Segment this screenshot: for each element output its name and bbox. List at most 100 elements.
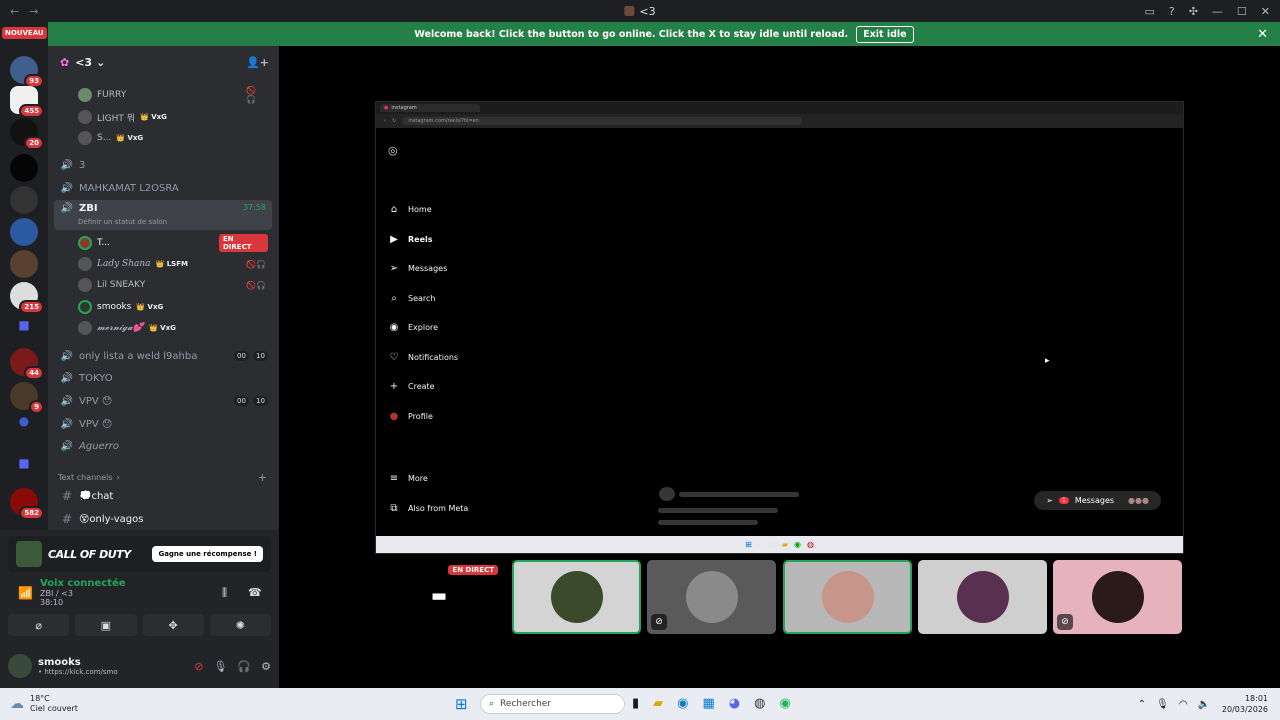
chevron-up-icon[interactable]: ⌃ bbox=[1138, 699, 1146, 710]
nav-meta[interactable]: ⧉ Also from Meta bbox=[388, 503, 468, 514]
voice-user[interactable]: smooks 👑 VxG bbox=[78, 300, 163, 314]
settings-gear-icon[interactable]: ⚙ bbox=[261, 660, 271, 673]
nav-notifications[interactable]: ♡ Notifications bbox=[388, 352, 459, 363]
exit-idle-button[interactable]: Exit idle bbox=[856, 25, 914, 43]
add-channel-icon[interactable]: + bbox=[258, 471, 267, 484]
start-windows-icon[interactable]: ⊞ bbox=[455, 695, 468, 713]
clock[interactable]: 18:01 20/03/2026 bbox=[1222, 693, 1268, 715]
microphone-icon[interactable]: 🎙 bbox=[213, 660, 227, 673]
url-field[interactable]: instagram.com/reels/?hl=en bbox=[402, 117, 803, 125]
taskbar-search[interactable]: ⌕ Rechercher bbox=[480, 694, 625, 714]
voice-user[interactable]: 𝓶𝓮𝓻𝓷𝓲𝓰𝓪💕 👑 VxG bbox=[78, 321, 176, 335]
cast-icon[interactable]: ▭ bbox=[1144, 5, 1154, 18]
microphone-icon[interactable]: 🎙 bbox=[1156, 699, 1169, 710]
nav-create[interactable]: + Create bbox=[388, 381, 435, 392]
wifi-icon[interactable]: ◠ bbox=[1179, 699, 1188, 710]
text-channel[interactable]: # 😵only-vagos bbox=[48, 511, 279, 527]
maximize-icon[interactable]: ☐ bbox=[1237, 5, 1247, 18]
server-icon[interactable]: 44 bbox=[10, 348, 44, 380]
volume-icon[interactable]: 🔈 bbox=[1198, 699, 1210, 710]
category-text-channels[interactable]: Text channels › + bbox=[48, 470, 279, 484]
voice-user[interactable]: FURRY 🚫🎧 bbox=[78, 86, 256, 104]
participant-tile[interactable] bbox=[783, 560, 912, 634]
participant-tile[interactable] bbox=[512, 560, 641, 634]
browser-tab[interactable]: ● instagram bbox=[380, 104, 480, 112]
headphones-icon[interactable]: 🎧 bbox=[237, 660, 251, 673]
voice-user[interactable]: LIGHT 뭐 👑 VxG bbox=[78, 110, 167, 124]
channel-status[interactable]: Définir un statut de salon bbox=[78, 218, 167, 226]
close-icon[interactable]: ✕ bbox=[1261, 5, 1270, 18]
server-icon[interactable]: 9 bbox=[10, 382, 44, 414]
spotify-icon[interactable]: ◉ bbox=[779, 696, 790, 711]
steam-icon[interactable]: ◍ bbox=[754, 696, 765, 711]
folder-icon[interactable]: ■ bbox=[10, 318, 38, 346]
discord-icon[interactable]: ◕ bbox=[729, 696, 740, 711]
disconnect-icon[interactable]: ☎ bbox=[248, 586, 262, 599]
voice-channel[interactable]: 🔊 3 bbox=[48, 157, 279, 173]
server-icon[interactable]: 215 bbox=[10, 282, 44, 314]
voice-channel-active[interactable]: 🔊 ZBI 37:58 Définir un statut de salon bbox=[54, 200, 272, 230]
instagram-logo-icon[interactable]: ◎ bbox=[388, 144, 398, 157]
voice-channel[interactable]: 🔊 TOKYO bbox=[48, 370, 279, 386]
store-icon[interactable]: ▦ bbox=[703, 696, 715, 711]
participant-tile[interactable] bbox=[918, 560, 1047, 634]
nav-reels[interactable]: ▶ Reels bbox=[388, 234, 432, 245]
server-icon[interactable] bbox=[10, 186, 38, 214]
avatar[interactable] bbox=[8, 654, 32, 678]
server-icon[interactable]: 582 bbox=[10, 488, 44, 520]
file-explorer-icon[interactable]: ▰ bbox=[653, 696, 663, 711]
task-view-icon[interactable]: ▮ bbox=[632, 696, 639, 711]
nav-home[interactable]: ⌂ Home bbox=[388, 204, 432, 215]
noise-suppression-icon[interactable]: ⫼ bbox=[222, 586, 227, 600]
folder-icon[interactable]: ■ bbox=[10, 456, 38, 484]
camera-off-icon[interactable]: ⊘ bbox=[194, 660, 203, 673]
text-channel[interactable]: # 💭chat bbox=[48, 488, 279, 504]
invite-icon[interactable]: 👤+ bbox=[246, 56, 269, 69]
voice-channel[interactable]: 🔊 VPV 😯 bbox=[48, 416, 279, 432]
server-icon[interactable] bbox=[10, 250, 38, 278]
weather-widget[interactable]: ☁ 18°C Ciel couvert bbox=[10, 694, 78, 714]
messages-pill[interactable]: ➢ 1 Messages ●●● bbox=[1034, 491, 1161, 510]
voice-user[interactable]: Lil SNEAKY 🚫🎧 bbox=[78, 278, 268, 292]
voice-channel[interactable]: 🔊 only lista a weld l9ahba 00 10 bbox=[48, 348, 279, 364]
soundboard-button[interactable]: ✺ bbox=[209, 614, 271, 636]
back-arrow-icon[interactable]: ← bbox=[10, 5, 19, 18]
reward-button[interactable]: Gagne une récompense ! bbox=[152, 546, 263, 562]
server-icon[interactable]: 20 bbox=[10, 118, 44, 150]
server-header[interactable]: ✿ <3 ⌄ 👤+ bbox=[48, 46, 279, 78]
voice-connected[interactable]: Voix connectée bbox=[40, 578, 268, 589]
participant-tile[interactable]: ⊘ bbox=[647, 560, 776, 634]
server-icon[interactable] bbox=[10, 154, 38, 182]
nav-messages[interactable]: ➢ Messages bbox=[388, 263, 447, 274]
help-icon[interactable]: ? bbox=[1169, 5, 1175, 18]
edge-icon[interactable]: ◉ bbox=[677, 696, 688, 711]
camera-off-button[interactable]: ⌀ bbox=[8, 614, 70, 636]
nav-more[interactable]: ≡ More bbox=[388, 473, 428, 484]
nav-profile[interactable]: ● Profile bbox=[388, 411, 433, 422]
participant-tile[interactable]: ⊘ bbox=[1053, 560, 1182, 634]
nav-search[interactable]: ⌕ Search bbox=[388, 293, 435, 304]
forward-arrow-icon[interactable]: → bbox=[29, 5, 38, 18]
voice-channel[interactable]: 🔊 Aguerro bbox=[48, 438, 279, 454]
tools-icon[interactable]: ✣ bbox=[1189, 5, 1198, 18]
voice-channel[interactable]: 🔊 VPV 😯 00 10 bbox=[48, 393, 279, 409]
promo-banner[interactable]: CALL OF DUTY Gagne une récompense ! bbox=[8, 536, 271, 572]
server-icon[interactable]: ● bbox=[10, 414, 38, 442]
server-icon[interactable]: 93 bbox=[10, 56, 44, 88]
screen-share-button[interactable]: ▣ bbox=[75, 614, 137, 636]
minimize-icon[interactable]: — bbox=[1212, 5, 1223, 18]
nav-explore[interactable]: ◉ Explore bbox=[388, 322, 438, 333]
server-icon[interactable]: 455 bbox=[10, 86, 44, 118]
activities-button[interactable]: ✥ bbox=[142, 614, 204, 636]
reload-icon[interactable]: ↻ bbox=[392, 118, 396, 124]
back-arrow-icon[interactable]: ‹ bbox=[384, 118, 386, 124]
screen-share-tile[interactable]: EN DIRECT ▬ bbox=[375, 560, 504, 634]
voice-user[interactable]: T... EN DIRECT bbox=[78, 234, 268, 252]
voice-user[interactable]: S... 👑 VxG bbox=[78, 131, 143, 145]
server-icon[interactable] bbox=[10, 218, 38, 246]
voice-user[interactable]: Lady Shana 👑 LSFM 🚫🎧 bbox=[78, 257, 268, 271]
banner-close-icon[interactable]: ✕ bbox=[1257, 27, 1268, 42]
voice-channel[interactable]: 🔊 MAHKAMAT L2OSRA bbox=[48, 180, 279, 196]
shared-screen[interactable]: ● instagram ‹ ↻ instagram.com/reels/?hl=e… bbox=[375, 101, 1184, 554]
banner-text: Welcome back! Click the button to go onl… bbox=[414, 28, 849, 40]
